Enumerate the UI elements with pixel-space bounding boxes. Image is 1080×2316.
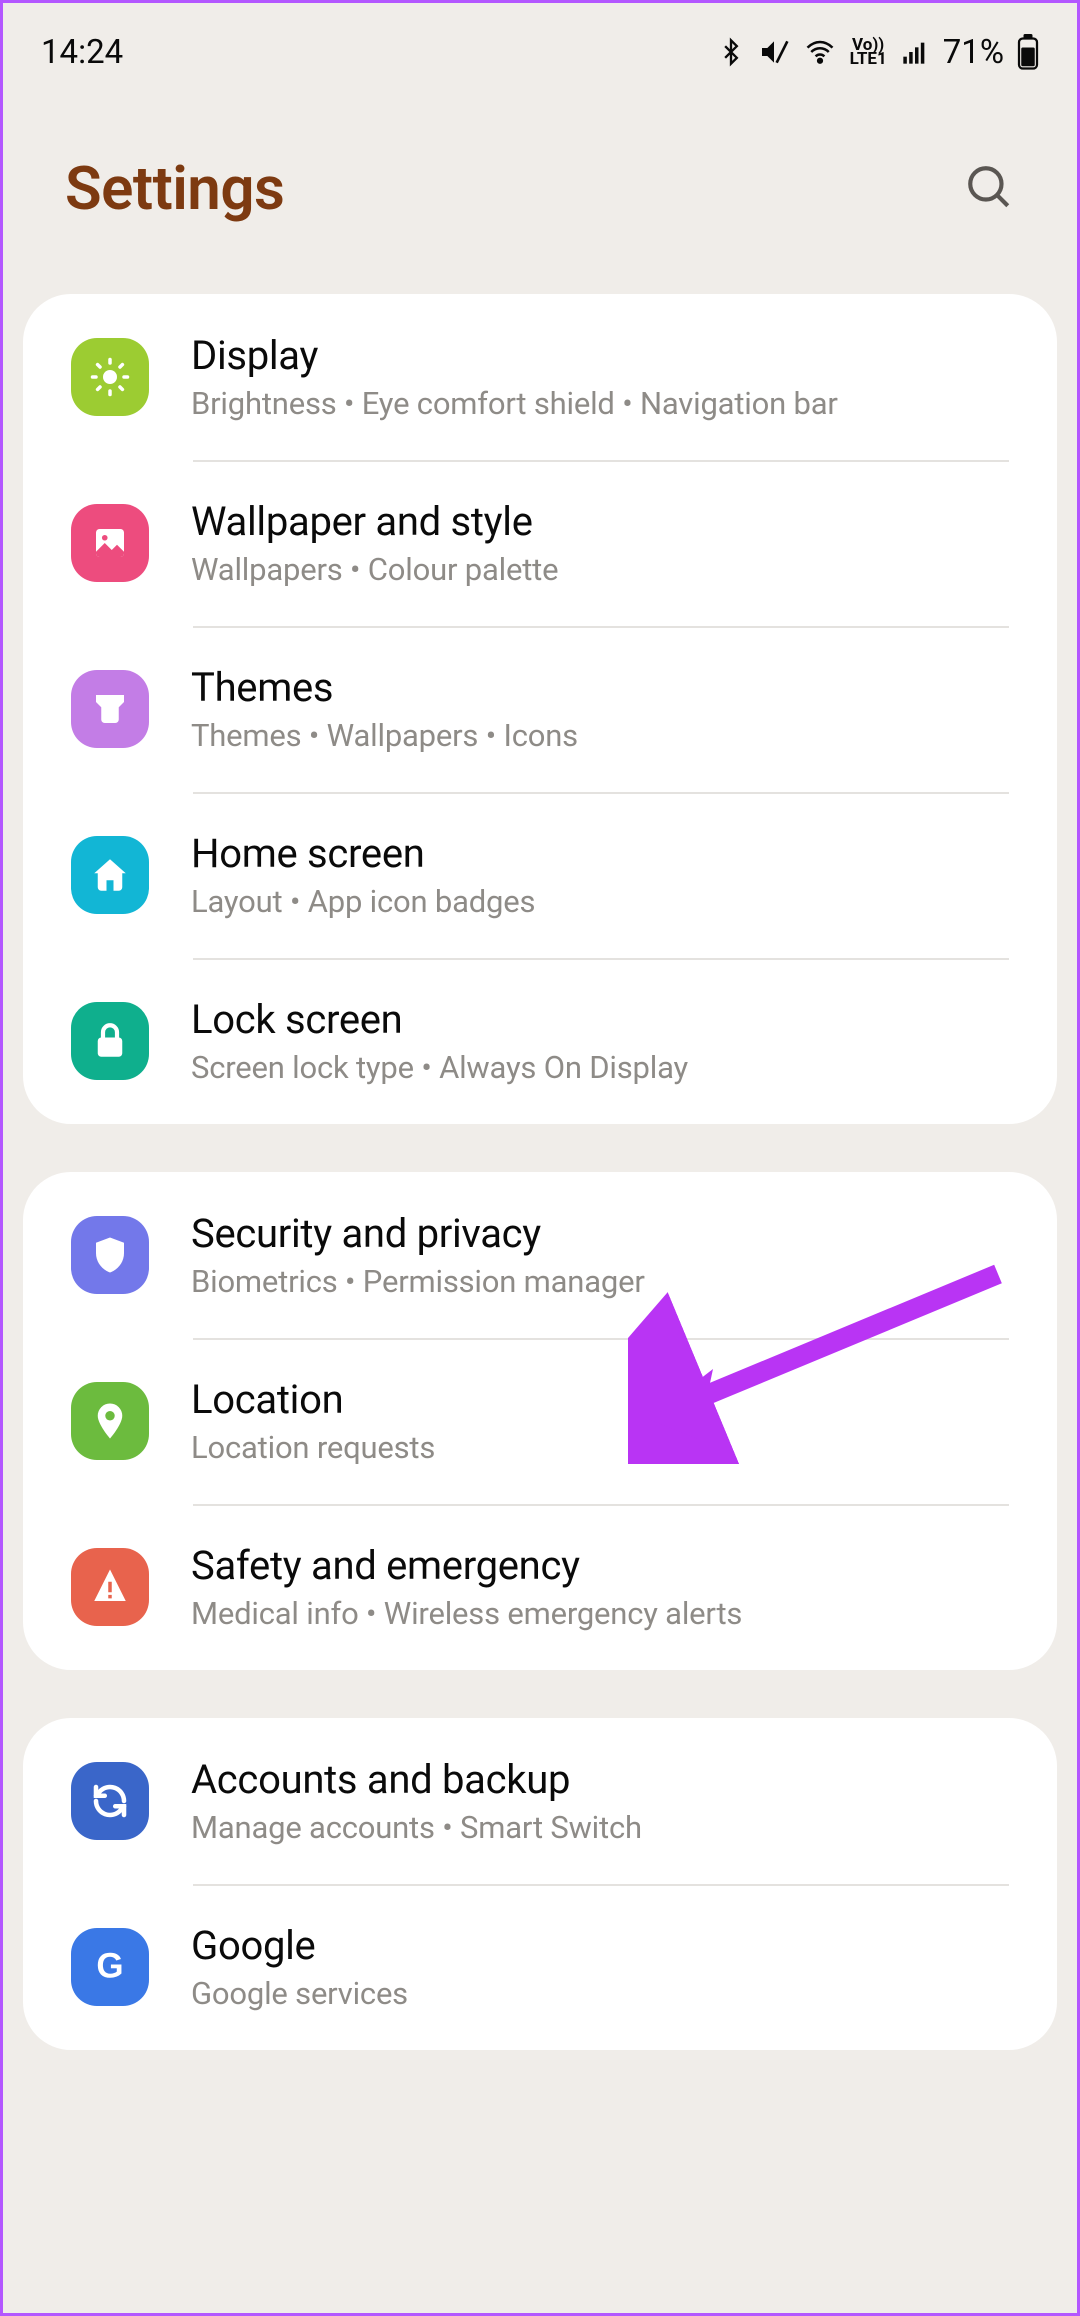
- item-subtitle: Wallpapers • Colour palette: [191, 551, 558, 588]
- svg-text:G: G: [96, 1947, 123, 1986]
- settings-item-safety[interactable]: Safety and emergency Medical info • Wire…: [23, 1504, 1057, 1670]
- item-title: Wallpaper and style: [191, 498, 558, 545]
- item-title: Safety and emergency: [191, 1542, 742, 1589]
- settings-item-home-screen[interactable]: Home screen Layout • App icon badges: [23, 792, 1057, 958]
- alert-icon: [71, 1548, 149, 1626]
- item-title: Display: [191, 332, 838, 379]
- item-subtitle: Medical info • Wireless emergency alerts: [191, 1595, 742, 1632]
- item-title: Themes: [191, 664, 578, 711]
- settings-item-wallpaper[interactable]: Wallpaper and style Wallpapers • Colour …: [23, 460, 1057, 626]
- themes-icon: [71, 670, 149, 748]
- google-icon: G: [71, 1928, 149, 2006]
- page-header: Settings: [3, 83, 1077, 294]
- status-bar: 14:24 Vo))LTE1 71%: [3, 3, 1077, 83]
- shield-icon: [71, 1216, 149, 1294]
- item-subtitle: Biometrics • Permission manager: [191, 1263, 645, 1300]
- item-title: Lock screen: [191, 996, 688, 1043]
- settings-group-1: Display Brightness • Eye comfort shield …: [23, 294, 1057, 1124]
- item-subtitle: Layout • App icon badges: [191, 883, 535, 920]
- item-subtitle: Manage accounts • Smart Switch: [191, 1809, 642, 1846]
- search-button[interactable]: [961, 161, 1017, 217]
- item-subtitle: Themes • Wallpapers • Icons: [191, 717, 578, 754]
- settings-group-3: Accounts and backup Manage accounts • Sm…: [23, 1718, 1057, 2050]
- settings-item-themes[interactable]: Themes Themes • Wallpapers • Icons: [23, 626, 1057, 792]
- settings-item-accounts[interactable]: Accounts and backup Manage accounts • Sm…: [23, 1718, 1057, 1884]
- page-title: Settings: [65, 153, 284, 224]
- signal-icon: [900, 38, 930, 66]
- item-title: Security and privacy: [191, 1210, 645, 1257]
- status-icons: Vo))LTE1 71%: [717, 33, 1039, 72]
- settings-item-security[interactable]: Security and privacy Biometrics • Permis…: [23, 1172, 1057, 1338]
- item-title: Google: [191, 1922, 408, 1969]
- bluetooth-icon: [717, 35, 745, 69]
- wallpaper-icon: [71, 504, 149, 582]
- item-title: Home screen: [191, 830, 535, 877]
- settings-item-lock-screen[interactable]: Lock screen Screen lock type • Always On…: [23, 958, 1057, 1124]
- display-icon: [71, 338, 149, 416]
- sync-icon: [71, 1762, 149, 1840]
- lock-icon: [71, 1002, 149, 1080]
- item-title: Accounts and backup: [191, 1756, 642, 1803]
- status-time: 14:24: [41, 33, 123, 72]
- settings-group-2: Security and privacy Biometrics • Permis…: [23, 1172, 1057, 1670]
- location-icon: [71, 1382, 149, 1460]
- settings-item-display[interactable]: Display Brightness • Eye comfort shield …: [23, 294, 1057, 460]
- search-icon: [964, 200, 1014, 215]
- item-subtitle: Google services: [191, 1975, 408, 2012]
- settings-item-location[interactable]: Location Location requests: [23, 1338, 1057, 1504]
- wifi-icon: [803, 37, 837, 67]
- mute-icon: [758, 36, 790, 68]
- item-title: Location: [191, 1376, 435, 1423]
- item-subtitle: Location requests: [191, 1429, 435, 1466]
- volte-icon: Vo))LTE1: [850, 38, 887, 67]
- item-subtitle: Brightness • Eye comfort shield • Naviga…: [191, 385, 838, 422]
- battery-percent: 71%: [943, 33, 1004, 72]
- item-subtitle: Screen lock type • Always On Display: [191, 1049, 688, 1086]
- settings-item-google[interactable]: G Google Google services: [23, 1884, 1057, 2050]
- home-icon: [71, 836, 149, 914]
- battery-icon: [1017, 34, 1039, 70]
